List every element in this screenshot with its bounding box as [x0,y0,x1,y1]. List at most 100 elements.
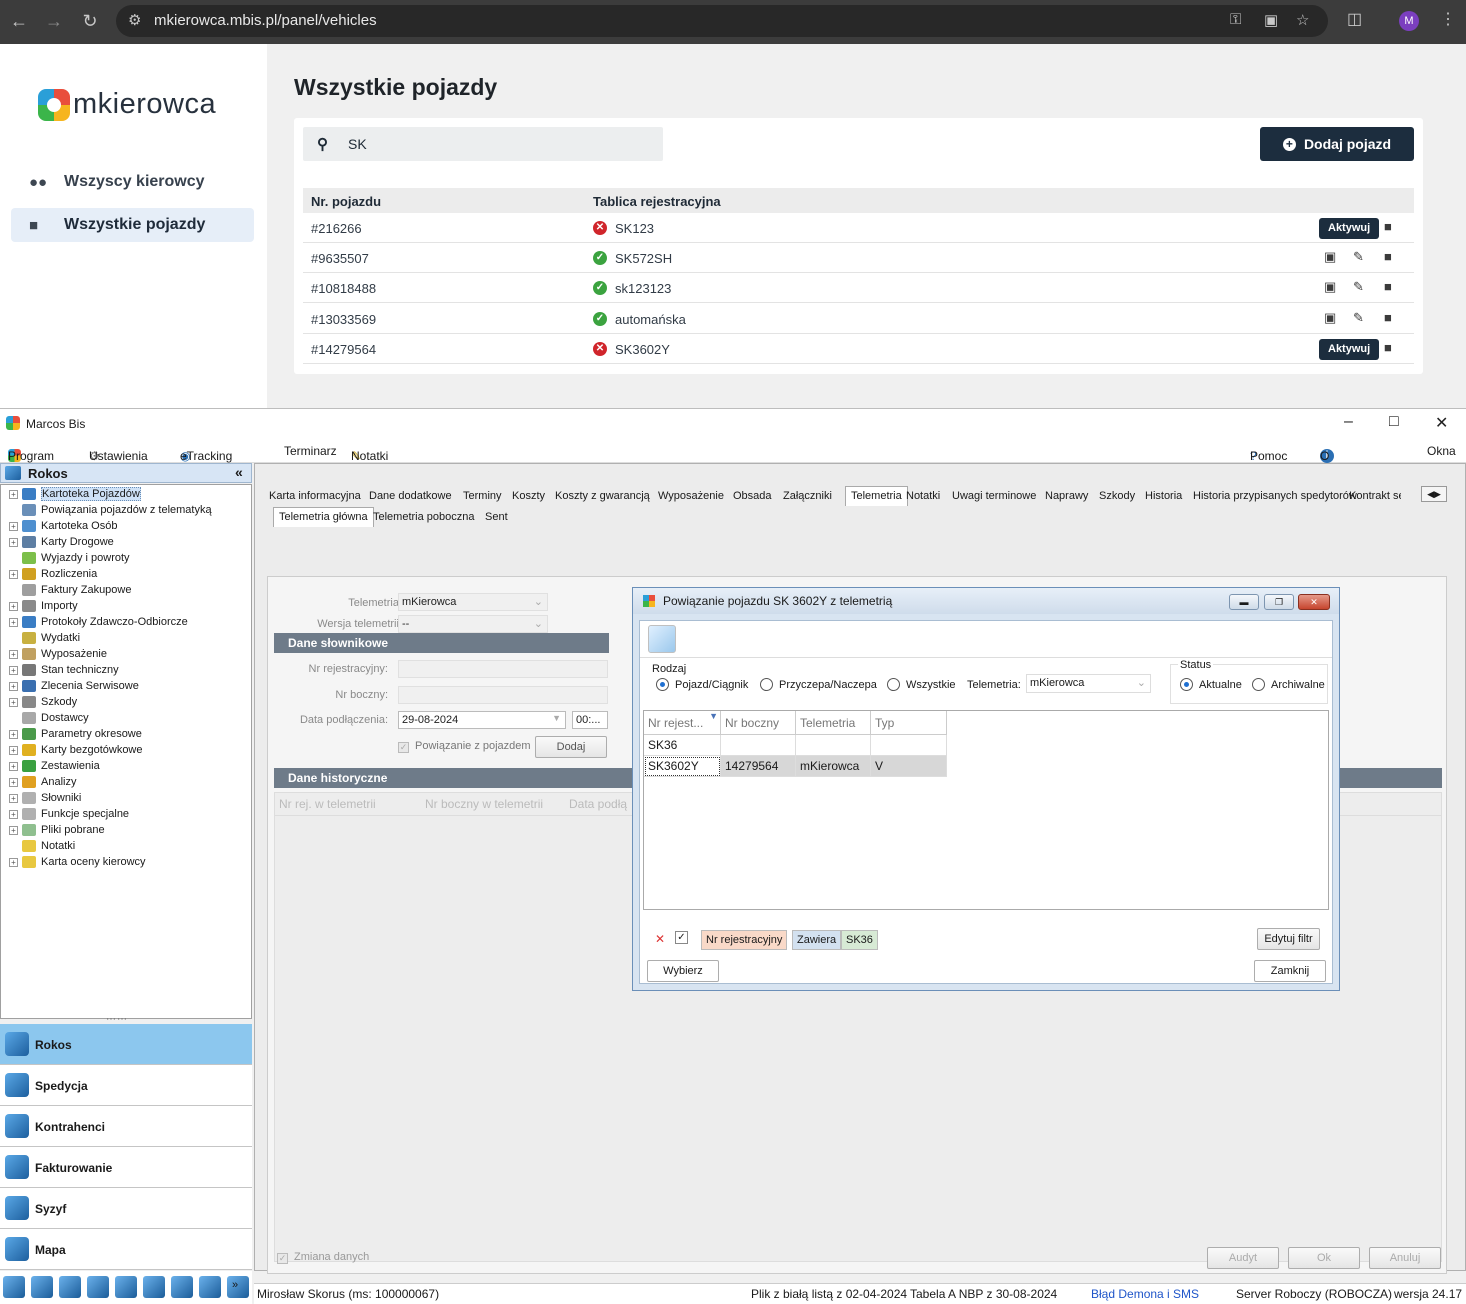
subtab[interactable]: Telemetria poboczna [373,511,475,523]
radio-archiwalne[interactable]: Archiwalne [1252,678,1325,691]
tab[interactable]: Obsada [733,490,772,502]
grid-cell[interactable]: 14279564 [721,756,796,777]
tree-item[interactable]: +Dostawcy [9,710,89,726]
tab[interactable]: Notatki [906,490,940,502]
module-button[interactable]: Syzyf [0,1188,252,1229]
module-button[interactable]: Rokos [0,1024,252,1065]
module-button[interactable]: Mapa [0,1229,252,1270]
status-error-link[interactable]: Błąd Demona i SMS [1091,1287,1199,1301]
expand-icon[interactable]: + [9,697,18,707]
edit-icon[interactable]: ✎ [1353,310,1364,326]
ok-button[interactable]: Ok [1288,1247,1360,1269]
quick-action-icon[interactable] [199,1276,221,1298]
dialog-restore-icon[interactable]: ❐ [1264,594,1294,610]
tab[interactable]: Telemetria [845,486,908,506]
maximize-icon[interactable]: □ [1389,413,1399,431]
radio-wszystkie[interactable]: Wszystkie [887,678,956,691]
tab-scroll-arrows[interactable]: ◀▶ [1421,486,1447,502]
trash-icon[interactable]: ■ [1384,219,1392,234]
expand-icon[interactable]: + [9,729,18,739]
expand-icon[interactable]: + [9,569,18,579]
radio-aktualne[interactable]: Aktualne [1180,678,1242,691]
expand-icon[interactable]: + [9,681,18,691]
tab[interactable]: Naprawy [1045,490,1088,502]
tree-item[interactable]: +Faktury Zakupowe [9,582,131,598]
more-icon[interactable]: » [232,1279,238,1291]
grid-cell[interactable]: SK3602Y [644,756,721,777]
wersja-select[interactable]: -- ⌄ [398,615,548,633]
grid-column-header[interactable]: Typ [871,711,947,735]
back-icon[interactable]: ← [6,8,32,34]
tab[interactable]: Uwagi terminowe [952,490,1036,502]
filter-funnel-icon[interactable]: ▼ [709,711,718,721]
trash-icon[interactable]: ■ [1384,249,1392,264]
tree-item[interactable]: + Kartoteka Osób [9,518,117,534]
time-field[interactable]: 00:... [572,711,608,729]
install-icon[interactable]: ▣ [1264,11,1278,29]
expand-icon[interactable]: + [9,793,18,803]
close-icon[interactable]: ✕ [1435,413,1448,433]
col-plate[interactable]: Tablica rejestracyjna [593,194,721,209]
quick-action-icon[interactable] [115,1276,137,1298]
expand-icon[interactable]: + [9,617,18,627]
expand-icon[interactable]: + [9,777,18,787]
tree-item[interactable]: + Karty Drogowe [9,534,114,550]
radio-przyczepa[interactable]: Przyczepa/Naczepa [760,678,877,691]
trash-icon[interactable]: ■ [1384,340,1392,355]
subtab[interactable]: Telemetria główna [273,507,374,527]
dialog-telemetria-select[interactable]: mKierowca ⌄ [1026,674,1151,693]
grid-cell[interactable]: V [871,756,947,777]
quick-action-icon[interactable] [31,1276,53,1298]
tab[interactable]: Karta informacyjna [269,490,361,502]
tab[interactable]: Kontrakt ser [1349,490,1401,502]
dialog-close-icon[interactable]: ✕ [1298,594,1330,610]
profile-avatar[interactable]: M [1399,11,1419,31]
lock-icon[interactable]: ▣ [1324,310,1336,326]
logo[interactable]: mkierowca [38,88,216,121]
star-icon[interactable]: ☆ [1296,11,1309,29]
tab[interactable]: Terminy [463,490,502,502]
tree-item[interactable]: + Wyposażenie [9,646,107,662]
link-icon[interactable] [648,625,676,653]
expand-icon[interactable]: + [9,521,18,531]
wybierz-button[interactable]: Wybierz [647,960,719,982]
zamknij-button[interactable]: Zamknij [1254,960,1326,982]
nav-all-drivers[interactable]: ●● Wszyscy kierowcy [11,165,254,199]
tree-item[interactable]: + Kartoteka Pojazdów [9,486,141,502]
site-settings-icon[interactable]: ⚙ [128,11,141,29]
filter-enabled-checkbox[interactable]: ✓ [675,931,688,944]
expand-icon[interactable]: + [9,809,18,819]
extensions-icon[interactable]: ◫ [1347,9,1362,29]
tree-item[interactable]: +Wydatki [9,630,80,646]
tab[interactable]: Koszty z gwarancją [555,490,650,502]
tree-item[interactable]: + Szkody [9,694,77,710]
audyt-button[interactable]: Audyt [1207,1247,1279,1269]
quick-action-icon[interactable] [87,1276,109,1298]
filter-field-chip[interactable]: Nr rejestracyjny [701,930,788,950]
module-button[interactable]: Fakturowanie [0,1147,252,1188]
tab[interactable]: Historia [1145,490,1182,502]
radio-pojazd[interactable]: Pojazd/Ciągnik [656,678,748,691]
expand-icon[interactable]: + [9,601,18,611]
expand-icon[interactable]: + [9,825,18,835]
quick-action-icon[interactable] [143,1276,165,1298]
tab[interactable]: Szkody [1099,490,1135,502]
expand-icon[interactable]: + [9,857,18,867]
clear-filter-icon[interactable]: ✕ [655,932,665,946]
dodaj-button[interactable]: Dodaj [535,736,607,758]
collapse-icon[interactable]: « [235,464,243,480]
powiazanie-checkbox[interactable]: ✓ Powiązanie z pojazdem [398,740,531,753]
telemetria-select[interactable]: mKierowca ⌄ [398,593,548,611]
tree-item[interactable]: + Słowniki [9,790,81,806]
search-input[interactable]: ⚲ SK [303,127,663,161]
tab[interactable]: Historia przypisanych spedytorów [1193,490,1357,502]
grid-column-header[interactable]: Telemetria [796,711,871,735]
tree-item[interactable]: + Rozliczenia [9,566,97,582]
dialog-minimize-icon[interactable]: ▬ [1229,594,1259,610]
grid-cell[interactable]: SK36 [644,735,721,756]
menu-dots-icon[interactable]: ⋮ [1440,9,1456,29]
menu-windows[interactable]: Okna [1427,444,1456,458]
activate-button[interactable]: Aktywuj [1319,338,1380,360]
add-vehicle-button[interactable]: + Dodaj pojazd [1260,127,1414,161]
trash-icon[interactable]: ■ [1384,310,1392,325]
